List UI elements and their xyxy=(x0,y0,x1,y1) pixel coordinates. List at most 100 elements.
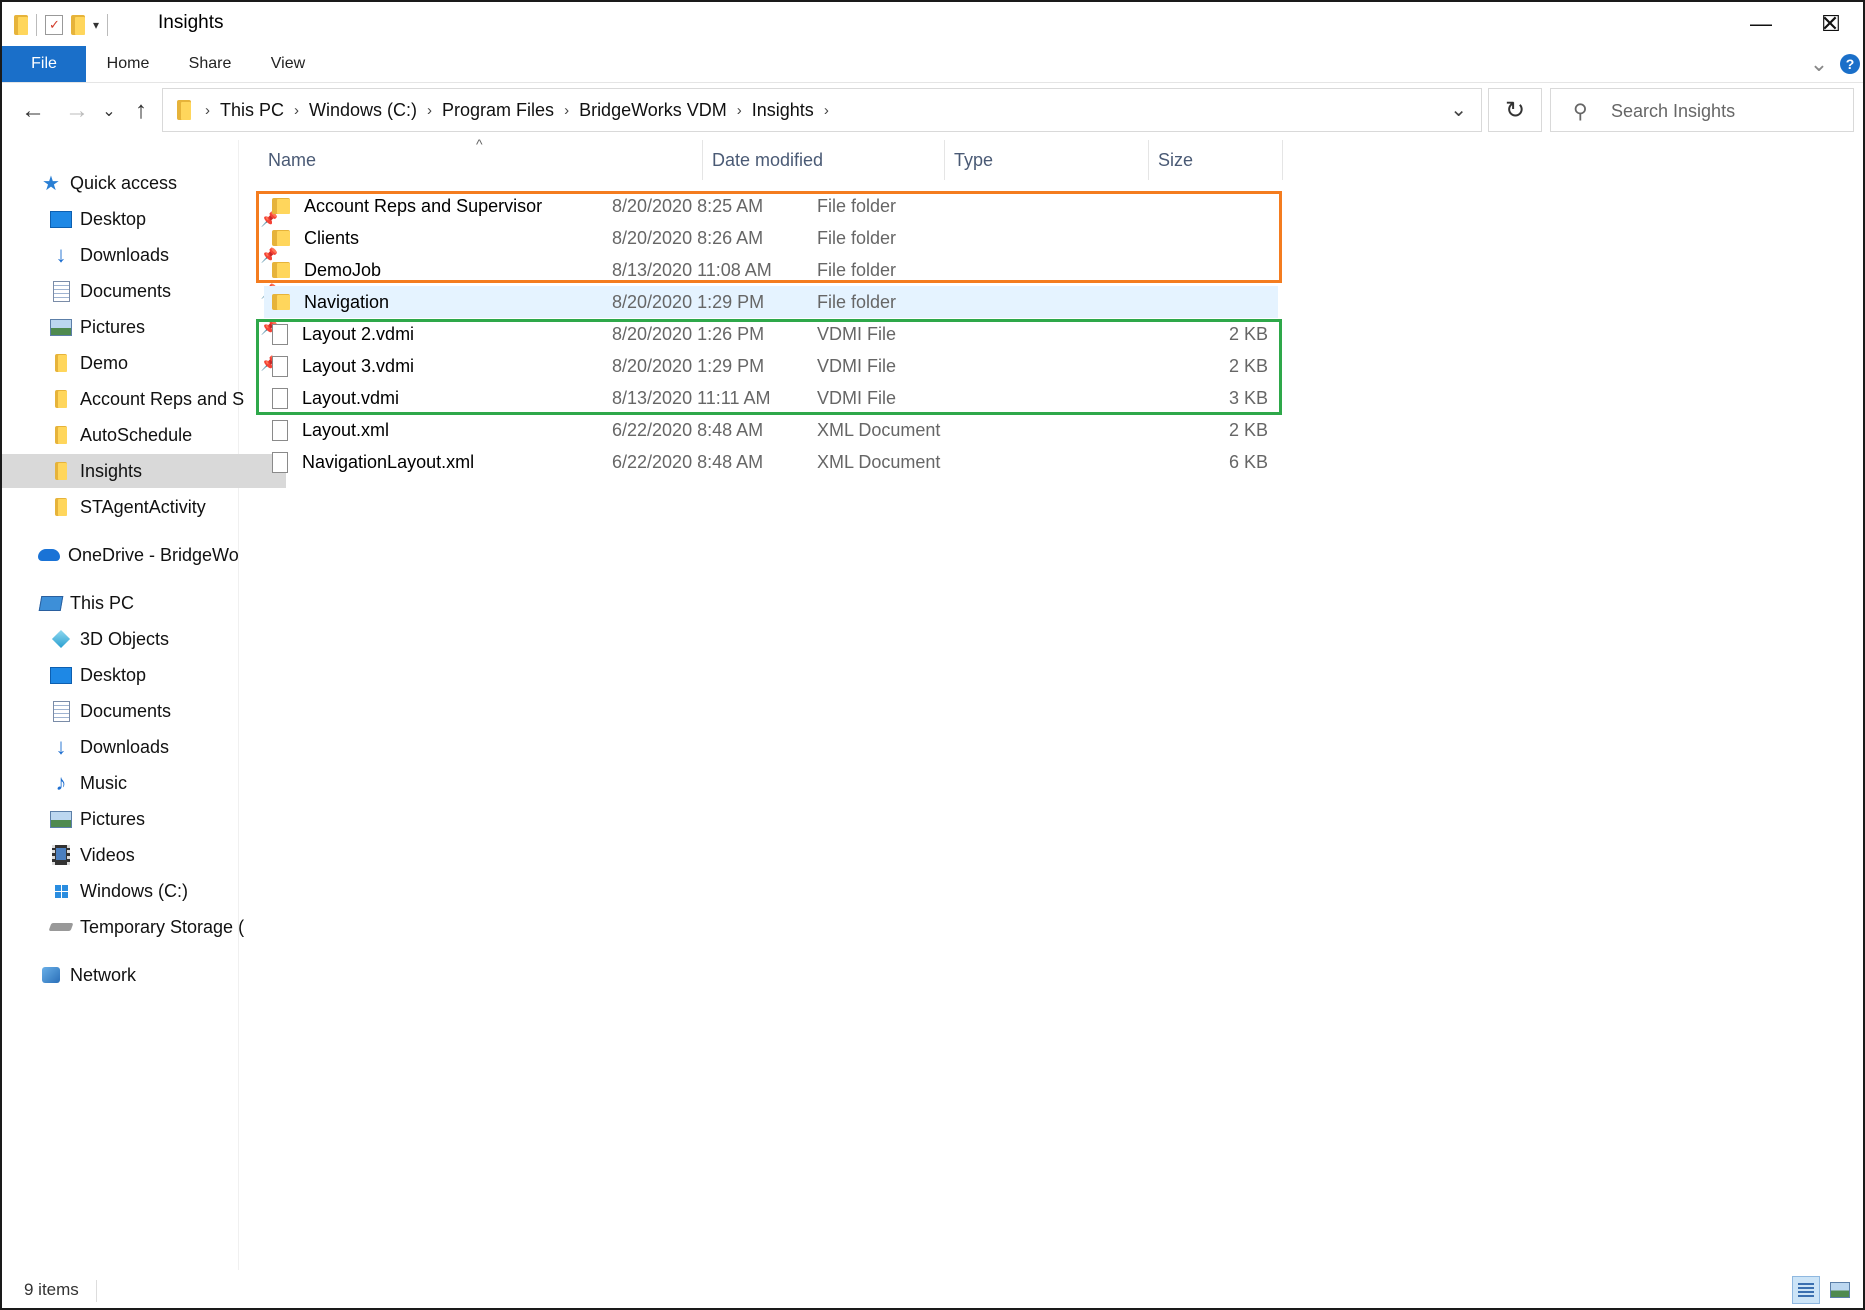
drive-icon xyxy=(50,881,72,901)
table-row[interactable]: NavigationLayout.xml 6/22/2020 8:48 AM X… xyxy=(262,446,1282,478)
table-row[interactable]: Layout.xml 6/22/2020 8:48 AM XML Documen… xyxy=(262,414,1282,446)
large-icons-view-button[interactable] xyxy=(1826,1276,1854,1304)
properties-icon[interactable]: ✓ xyxy=(45,15,63,35)
column-header-name[interactable]: Name xyxy=(268,140,608,180)
column-header-date[interactable]: Date modified xyxy=(712,140,942,180)
breadcrumb-separator[interactable]: › xyxy=(564,102,569,119)
forward-button[interactable]: → xyxy=(60,92,94,130)
new-folder-icon[interactable] xyxy=(71,15,85,35)
file-name: NavigationLayout.xml xyxy=(302,451,475,472)
file-date: 8/20/2020 1:29 PM xyxy=(612,291,765,312)
file-type: XML Document xyxy=(817,419,941,440)
column-header-size[interactable]: Size xyxy=(1158,140,1268,180)
sidebar-item-label: Music xyxy=(80,772,128,793)
sidebar-item-label: This PC xyxy=(70,592,135,613)
file-type: File folder xyxy=(817,291,897,312)
tab-share[interactable]: Share xyxy=(180,46,240,82)
sidebar-item-this-pc[interactable]: This PC xyxy=(2,586,276,620)
sidebar-item-label: Demo xyxy=(80,352,129,373)
breadcrumb-separator[interactable]: › xyxy=(294,102,299,119)
item-count: 9 items xyxy=(24,1280,79,1299)
sidebar-item-label: Account Reps and S xyxy=(80,388,245,409)
sidebar-item-label: Temporary Storage ( xyxy=(80,916,245,937)
file-size: 6 KB xyxy=(1228,451,1268,472)
sidebar-item-label: Videos xyxy=(80,844,135,865)
3d-objects-icon xyxy=(50,629,72,649)
folder-icon xyxy=(14,15,28,35)
drive-icon xyxy=(48,917,74,937)
address-dropdown-icon[interactable]: ⌄ xyxy=(1450,97,1467,122)
tab-view[interactable]: View xyxy=(260,46,316,82)
address-row: ← → ⌄ ↑ › This PC › Windows (C:) › Progr… xyxy=(2,86,1863,136)
sidebar-item-network[interactable]: Network xyxy=(2,958,276,992)
sidebar-item-label: 3D Objects xyxy=(80,628,170,649)
tab-file[interactable]: File xyxy=(2,46,86,82)
computer-icon xyxy=(38,593,64,613)
tab-home[interactable]: Home xyxy=(98,46,158,82)
sidebar-item-onedrive[interactable]: OneDrive - BridgeWo xyxy=(2,538,274,572)
desktop-icon xyxy=(50,209,72,229)
help-icon-glyph: ? xyxy=(1840,54,1860,74)
music-icon: ♪ xyxy=(55,770,67,795)
close-button[interactable]: ✕ xyxy=(1795,2,1863,46)
search-input[interactable]: ⚲ Search Insights xyxy=(1550,88,1854,132)
sidebar-item-label: Insights xyxy=(80,460,143,481)
sidebar-item-label: Documents xyxy=(80,700,172,721)
breadcrumb-bridgeworks-vdm[interactable]: BridgeWorks VDM xyxy=(579,100,727,121)
file-type: XML Document xyxy=(817,451,941,472)
breadcrumb-separator[interactable]: › xyxy=(205,102,210,119)
customize-toolbar-icon[interactable]: ▾ xyxy=(93,18,99,32)
address-bar[interactable]: › This PC › Windows (C:) › Program Files… xyxy=(162,88,1482,132)
sidebar-item-label: Desktop xyxy=(80,208,147,229)
folder-icon xyxy=(272,294,290,310)
refresh-button[interactable]: ↻ xyxy=(1488,88,1542,132)
sidebar-item-quick-access[interactable]: ★ Quick access xyxy=(2,166,276,200)
status-bar: 9 items xyxy=(2,1272,1863,1308)
recent-locations-button[interactable]: ⌄ xyxy=(98,92,120,130)
folder-icon xyxy=(177,100,191,120)
breadcrumb-insights[interactable]: Insights xyxy=(752,100,814,121)
sidebar-item-label: Downloads xyxy=(80,244,170,265)
sidebar-item-label: STAgentActivity xyxy=(80,496,206,517)
back-button[interactable]: ← xyxy=(16,92,50,130)
navigation-pane: ★ Quick access Desktop 📌 ↓ Downloads 📌 D… xyxy=(2,140,286,1270)
breadcrumb-separator[interactable]: › xyxy=(737,102,742,119)
large-icons-view-icon xyxy=(1830,1282,1850,1298)
up-button[interactable]: ↑ xyxy=(126,92,156,130)
folder-icon xyxy=(50,497,72,517)
file-list: ^ Name Date modified Type Size Account R… xyxy=(242,136,1862,1270)
documents-icon xyxy=(50,280,72,302)
table-row-highlighted[interactable]: Navigation 8/20/2020 1:29 PM File folder xyxy=(264,286,1278,318)
breadcrumb-separator[interactable]: › xyxy=(824,102,829,119)
sidebar-item-label: Windows (C:) xyxy=(80,880,189,901)
quick-access-toolbar: ✓ ▾ xyxy=(14,12,109,38)
videos-icon xyxy=(50,845,72,865)
breadcrumb-separator[interactable]: › xyxy=(427,102,432,119)
search-placeholder: Search Insights xyxy=(1611,101,1736,121)
window-title: Insights xyxy=(158,12,224,33)
title-bar: ✓ ▾ Insights — ☐ ✕ xyxy=(2,2,1863,46)
column-header-type[interactable]: Type xyxy=(954,140,1154,180)
file-size: 2 KB xyxy=(1228,419,1268,440)
network-icon xyxy=(40,965,62,985)
folder-icon xyxy=(50,425,72,445)
sidebar-item-label: Pictures xyxy=(80,808,146,829)
folder-icon xyxy=(50,461,72,481)
star-icon: ★ xyxy=(42,172,60,195)
sidebar-item-label: Quick access xyxy=(70,172,178,193)
file-name: Navigation xyxy=(304,291,390,312)
ribbon-expand-icon[interactable]: ⌄ xyxy=(1806,46,1832,82)
sidebar-item-label: Documents xyxy=(80,280,172,301)
breadcrumb-program-files[interactable]: Program Files xyxy=(442,100,554,121)
breadcrumb-this-pc[interactable]: This PC xyxy=(220,100,284,121)
file-date: 6/22/2020 8:48 AM xyxy=(612,451,764,472)
breadcrumb-windows-c[interactable]: Windows (C:) xyxy=(309,100,417,121)
search-icon: ⚲ xyxy=(1573,101,1588,123)
minimize-button[interactable]: — xyxy=(1726,2,1796,46)
file-date: 6/22/2020 8:48 AM xyxy=(612,419,764,440)
details-view-button[interactable] xyxy=(1792,1276,1820,1304)
help-icon[interactable]: ? xyxy=(1838,46,1862,82)
sidebar-item-label: Desktop xyxy=(80,664,147,685)
file-name: Layout.xml xyxy=(302,419,390,440)
sidebar-item-label: AutoSchedule xyxy=(80,424,193,445)
